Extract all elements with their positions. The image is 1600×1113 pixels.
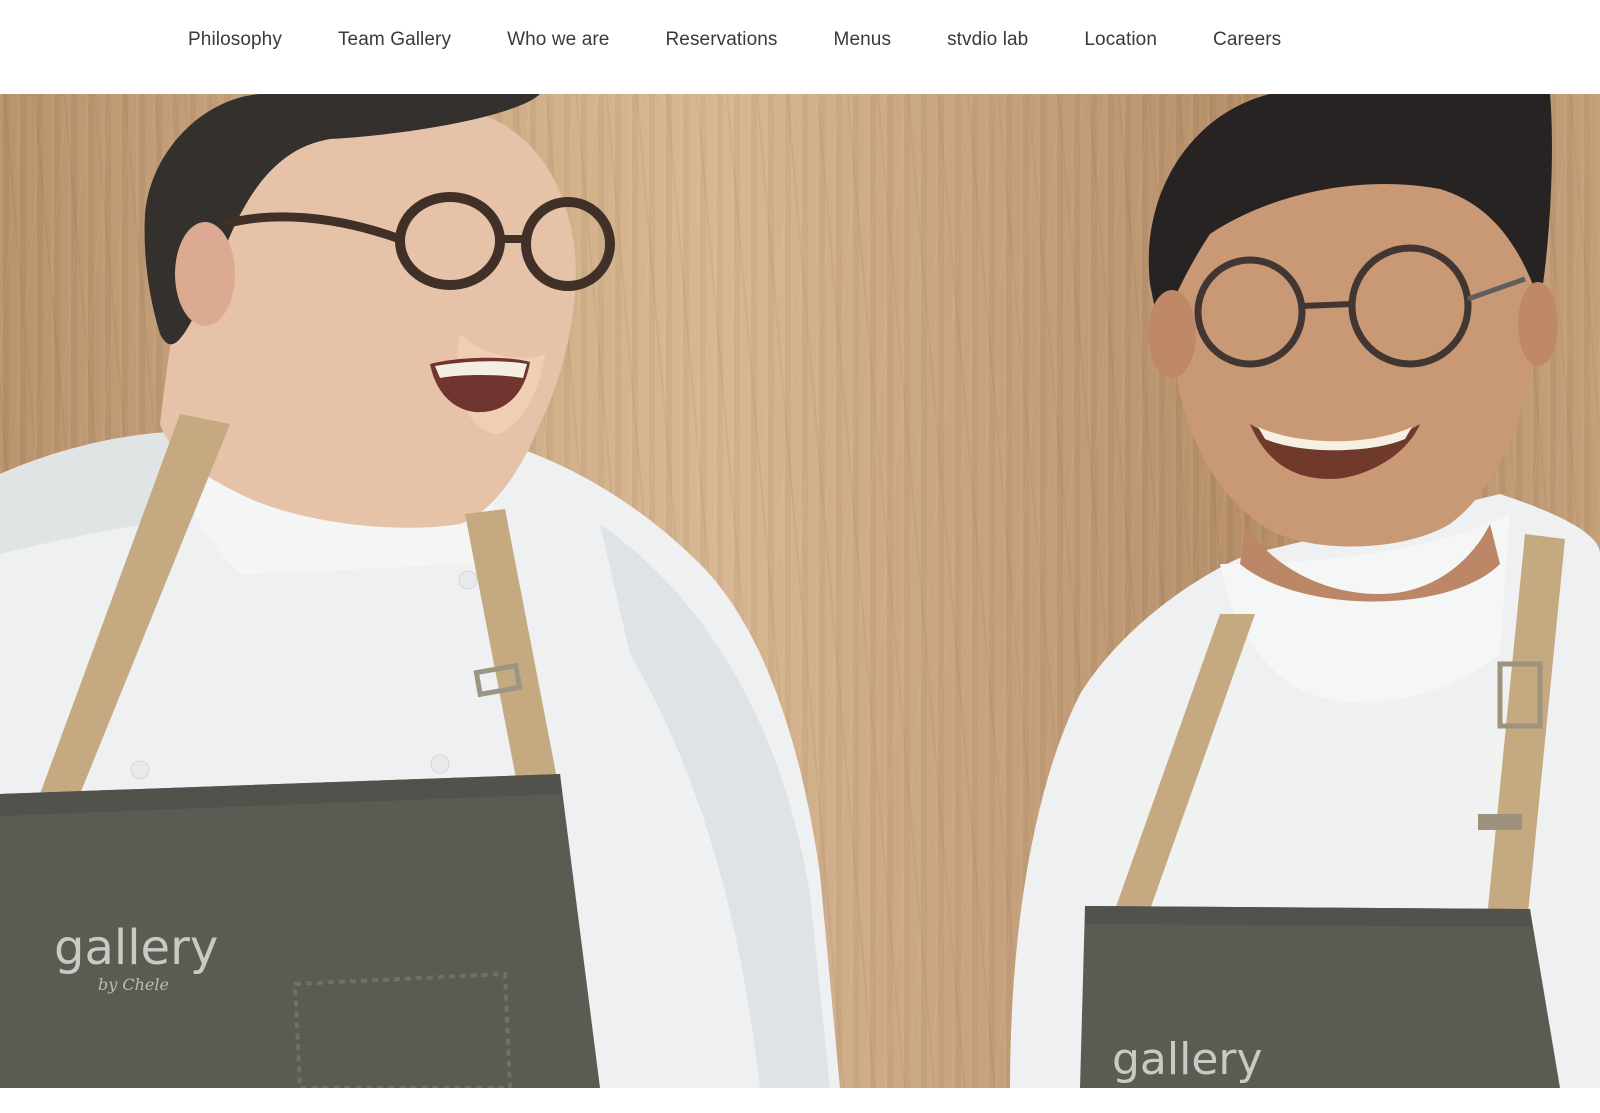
chefs-photo: gallery by Chele (0, 94, 1600, 1088)
nav-menus[interactable]: Menus (834, 26, 892, 54)
nav-philosophy[interactable]: Philosophy (188, 26, 282, 54)
hero-image: gallery by Chele (0, 94, 1600, 1088)
nav-stvdio-lab[interactable]: stvdio lab (947, 26, 1028, 54)
nav-team-gallery[interactable]: Team Gallery (338, 26, 451, 54)
nav-location[interactable]: Location (1084, 26, 1157, 54)
nav-reservations[interactable]: Reservations (665, 26, 777, 54)
top-navigation: Philosophy Team Gallery Who we are Reser… (0, 0, 1600, 94)
nav-menu: Philosophy Team Gallery Who we are Reser… (188, 26, 1337, 54)
page-bottom-strip (0, 1088, 1600, 1113)
nav-careers[interactable]: Careers (1213, 26, 1281, 54)
nav-who-we-are[interactable]: Who we are (507, 26, 609, 54)
